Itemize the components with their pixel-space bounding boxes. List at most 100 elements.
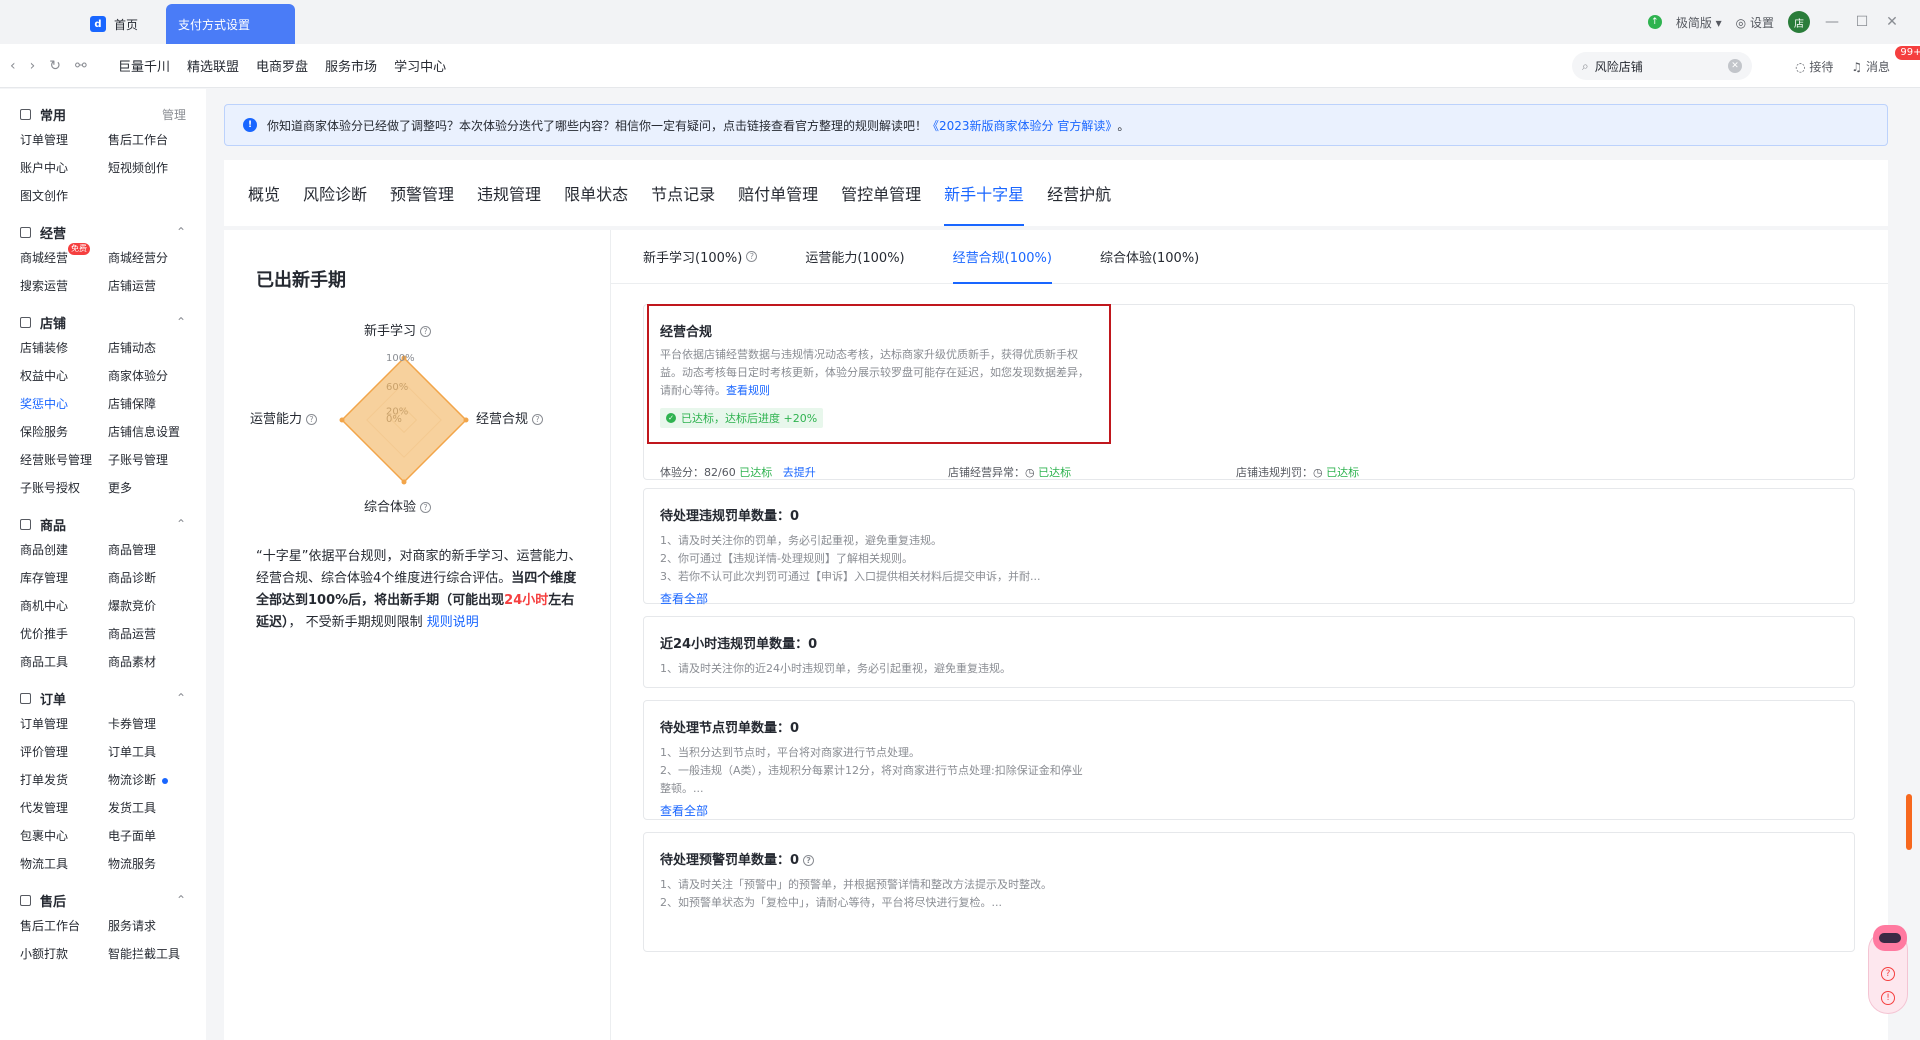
sidebar-group-header[interactable]: 商品 ⌃	[20, 513, 186, 535]
tab-9[interactable]: 经营护航	[1047, 160, 1111, 226]
view-all-link[interactable]: 查看全部	[660, 590, 708, 607]
sidebar-group-header[interactable]: 常用 管理	[20, 103, 186, 125]
sidebar-item[interactable]: 优价推手	[20, 625, 108, 643]
sidebar-group-header[interactable]: 店铺 ⌃	[20, 311, 186, 333]
tab-payment-settings[interactable]: 支付方式设置	[166, 4, 295, 44]
nav-link-4[interactable]: 学习中心	[394, 56, 446, 75]
sidebar-item[interactable]: 库存管理	[20, 569, 108, 587]
sidebar-item[interactable]: 发货工具	[108, 799, 196, 817]
sidebar-item[interactable]: 物流工具	[20, 855, 108, 873]
sidebar-item[interactable]: 保险服务	[20, 423, 108, 441]
tab-4[interactable]: 限单状态	[564, 160, 628, 226]
sidebar-item[interactable]: 卡券管理	[108, 715, 196, 733]
assistant-widget[interactable]: ? !	[1868, 925, 1908, 1014]
sidebar-item[interactable]: 售后工作台	[20, 917, 108, 935]
tab-1[interactable]: 风险诊断	[303, 160, 367, 226]
collapse-icon[interactable]: ⌃	[176, 315, 186, 329]
reception-button[interactable]: ◌ 接待	[1795, 58, 1833, 75]
sidebar-item[interactable]: 商品素材	[108, 653, 196, 671]
notice-link[interactable]: 《2023新版商家体验分 官方解读》	[927, 117, 1117, 134]
sidebar-item[interactable]: 小额打款	[20, 945, 108, 963]
tab-0[interactable]: 概览	[248, 160, 280, 226]
sidebar-item[interactable]: 权益中心	[20, 367, 108, 385]
sidebar-item[interactable]: 更多	[108, 479, 196, 497]
sidebar-item[interactable]: 店铺运营	[108, 277, 196, 295]
sidebar-item[interactable]: 店铺信息设置	[108, 423, 196, 441]
page-scrollbar[interactable]	[1906, 104, 1914, 1040]
link-icon[interactable]: ⚯	[75, 58, 87, 74]
sidebar-item[interactable]: 商机中心	[20, 597, 108, 615]
sidebar-item[interactable]: 图文创作	[20, 187, 108, 205]
help-icon[interactable]: ?	[420, 502, 432, 513]
sidebar-item[interactable]: 智能拦截工具	[108, 945, 196, 963]
manage-link[interactable]: 管理	[162, 106, 186, 123]
sidebar-item[interactable]: 订单工具	[108, 743, 196, 761]
sidebar-item[interactable]: 商品工具	[20, 653, 108, 671]
sidebar-item[interactable]: 账户中心	[20, 159, 108, 177]
tab-3[interactable]: 违规管理	[477, 160, 541, 226]
sidebar-item[interactable]: 商城经营 免费	[20, 243, 108, 267]
forward-icon[interactable]: ›	[30, 58, 36, 74]
sidebar-item[interactable]: 店铺动态	[108, 339, 196, 357]
sidebar-item[interactable]: 商品诊断	[108, 569, 196, 587]
refresh-icon[interactable]: ↻	[49, 58, 61, 74]
sidebar-item[interactable]: 子账号授权	[20, 479, 108, 497]
sidebar-group-header[interactable]: 售后 ⌃	[20, 889, 186, 911]
scrollbar-thumb[interactable]	[1906, 794, 1912, 850]
improve-link[interactable]: 去提升	[783, 466, 816, 479]
sub-tab-0[interactable]: 新手学习(100%)?	[643, 230, 758, 284]
minimize-icon[interactable]: —	[1824, 14, 1840, 30]
sidebar-item[interactable]: 奖惩中心	[20, 395, 108, 413]
sidebar-item[interactable]: 商品管理	[108, 541, 196, 559]
sidebar-item[interactable]: 售后工作台	[108, 131, 196, 149]
sidebar-group-header[interactable]: 经营 ⌃	[20, 221, 186, 243]
rules-link[interactable]: 规则说明	[427, 615, 479, 630]
settings-button[interactable]: ◎ 设置	[1736, 14, 1774, 31]
collapse-icon[interactable]: ⌃	[176, 893, 186, 907]
sidebar-item[interactable]: 商品运营	[108, 625, 196, 643]
nav-link-3[interactable]: 服务市场	[325, 56, 377, 75]
help-icon[interactable]: ?	[1881, 967, 1895, 981]
avatar[interactable]: 店	[1788, 11, 1810, 33]
sidebar-item[interactable]: 爆款竞价	[108, 597, 196, 615]
help-icon[interactable]: ?	[746, 251, 758, 262]
sidebar-item[interactable]: 订单管理	[20, 131, 108, 149]
sidebar-item[interactable]: 经营账号管理	[20, 451, 108, 469]
sidebar-item[interactable]: 打单发货	[20, 771, 108, 789]
edition-switch[interactable]: 极简版 ▾	[1676, 14, 1722, 31]
sidebar-item[interactable]: 服务请求	[108, 917, 196, 935]
back-icon[interactable]: ‹	[10, 58, 16, 74]
tab-2[interactable]: 预警管理	[390, 160, 454, 226]
sidebar-item[interactable]: 店铺装修	[20, 339, 108, 357]
tab-8[interactable]: 新手十字星	[944, 160, 1025, 226]
tab-7[interactable]: 管控单管理	[841, 160, 921, 226]
collapse-icon[interactable]: ⌃	[176, 517, 186, 531]
sidebar-item[interactable]: 搜索运营	[20, 277, 108, 295]
nav-link-1[interactable]: 精选联盟	[187, 56, 239, 75]
sidebar-item[interactable]: 商家体验分	[108, 367, 196, 385]
sidebar-item[interactable]: 电子面单	[108, 827, 196, 845]
tab-6[interactable]: 赔付单管理	[738, 160, 818, 226]
sub-tab-3[interactable]: 综合体验(100%)	[1100, 230, 1199, 284]
sidebar-item[interactable]: 代发管理	[20, 799, 108, 817]
help-icon[interactable]: ?	[306, 414, 318, 425]
sidebar-item[interactable]: 评价管理	[20, 743, 108, 761]
help-icon[interactable]: ?	[803, 855, 815, 866]
sidebar-item[interactable]: 短视频创作	[108, 159, 196, 177]
nav-link-2[interactable]: 电商罗盘	[256, 56, 308, 75]
messages-button[interactable]: ♫ 消息 99+	[1851, 45, 1920, 75]
collapse-icon[interactable]: ⌃	[176, 225, 186, 239]
sidebar-item[interactable]: 子账号管理	[108, 451, 196, 469]
tab-home[interactable]: d 首页	[90, 4, 170, 44]
help-icon[interactable]: ?	[532, 414, 544, 425]
collapse-icon[interactable]: ⌃	[176, 691, 186, 705]
sidebar-group-header[interactable]: 订单 ⌃	[20, 687, 186, 709]
sidebar-item[interactable]: 包裹中心	[20, 827, 108, 845]
sidebar-item[interactable]: 店铺保障	[108, 395, 196, 413]
sidebar-item[interactable]: 物流服务	[108, 855, 196, 873]
sidebar-item[interactable]: 商品创建	[20, 541, 108, 559]
maximize-icon[interactable]: ☐	[1854, 14, 1870, 30]
close-icon[interactable]: ✕	[1884, 14, 1900, 30]
clear-search-icon[interactable]: ✕	[1728, 59, 1742, 73]
sidebar-item[interactable]: 物流诊断	[108, 771, 196, 789]
